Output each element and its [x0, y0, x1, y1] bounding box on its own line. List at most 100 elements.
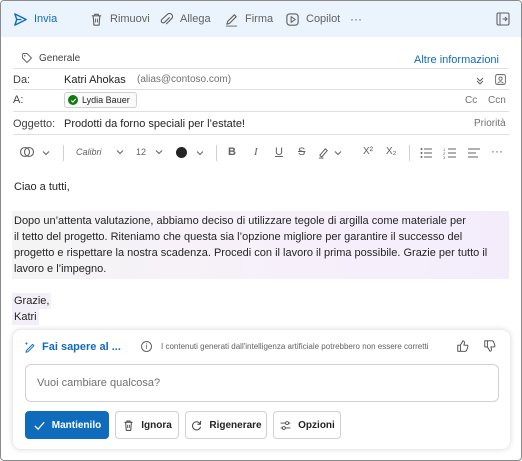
copilot-title-text: Fai sapere al ...: [42, 341, 121, 353]
more-format-button[interactable]: ···: [491, 144, 503, 158]
options-label: Opzioni: [298, 419, 335, 431]
subscript-button[interactable]: X₂: [386, 146, 397, 157]
styles-icon: [19, 146, 35, 158]
subject-input[interactable]: Prodotti da forno speciali per l’estate!: [64, 118, 245, 130]
font-family-select[interactable]: Calibri: [76, 147, 124, 157]
copilot-label: Copilot: [306, 13, 341, 25]
pen-icon: [225, 13, 238, 27]
recipient-name: Lydia Bauer: [82, 95, 130, 105]
chevron-down-icon: [196, 150, 204, 155]
bold-button[interactable]: B: [228, 146, 236, 158]
from-name[interactable]: Katri Ahokas: [64, 74, 126, 86]
trash-icon: [124, 420, 133, 431]
styles-button[interactable]: [19, 145, 50, 160]
chevron-down-icon: [334, 150, 342, 155]
copilot-title: Fai sapere al ...: [23, 340, 121, 354]
divider: [13, 111, 509, 112]
tag-icon: [22, 53, 32, 63]
attach-button[interactable]: Allega: [159, 5, 211, 33]
signature-button[interactable]: Firma: [224, 5, 273, 33]
numbered-list-icon[interactable]: 123: [443, 146, 457, 160]
paragraph-line: progetto e rispettare la nostra scadenza…: [14, 247, 488, 259]
more-options-button[interactable]: ···: [350, 5, 362, 33]
copilot-icon: [286, 12, 299, 26]
sensitivity-text: Generale: [39, 52, 81, 64]
separator: [409, 145, 410, 161]
chevron-down-icon: [42, 150, 50, 155]
separator: [63, 145, 64, 161]
to-label: A:: [13, 94, 24, 106]
closing: Grazie,: [12, 293, 52, 309]
font-size-select[interactable]: 12: [136, 147, 163, 157]
subject-label: Oggetto:: [13, 118, 56, 130]
generated-paragraph: Dopo un’attenta valutazione, abbiamo dec…: [12, 211, 509, 279]
from-label: Da:: [13, 74, 31, 86]
ignore-button[interactable]: Ignora: [115, 411, 179, 439]
keep-label: Mantienilo: [51, 419, 102, 431]
priority-button[interactable]: Priorità: [474, 118, 506, 129]
greeting: Ciao a tutti,: [14, 181, 70, 193]
italic-button[interactable]: I: [254, 146, 258, 158]
chevron-down-icon[interactable]: [475, 75, 485, 85]
divider: [13, 89, 509, 90]
bullet-list-icon[interactable]: [419, 146, 433, 160]
font-family-value: Calibri: [76, 147, 102, 157]
separator: [216, 145, 217, 161]
align-icon[interactable]: [467, 146, 481, 160]
thumbs-down-icon[interactable]: [483, 339, 497, 353]
cc-button[interactable]: Cc: [465, 95, 477, 106]
recipient-chip[interactable]: Lydia Bauer: [64, 92, 137, 108]
highlight-button[interactable]: [317, 146, 342, 159]
font-color-button[interactable]: [176, 147, 204, 158]
prompt-field[interactable]: [25, 364, 499, 402]
superscript-button[interactable]: X²: [363, 146, 373, 157]
highlighter-icon: [318, 148, 328, 159]
contact-icon[interactable]: [494, 73, 507, 86]
options-button[interactable]: Opzioni: [273, 411, 341, 439]
chevron-down-icon: [155, 150, 163, 155]
ignore-label: Ignora: [141, 419, 172, 431]
send-button[interactable]: Invia: [13, 5, 57, 33]
underline-button[interactable]: U: [275, 146, 283, 158]
signature-label: Firma: [245, 13, 274, 25]
color-swatch: [176, 147, 187, 158]
discard-label: Rimuovi: [110, 13, 150, 25]
format-toolbar: Calibri 12 B I U S X² X₂ 123 ···: [13, 141, 507, 165]
keep-button[interactable]: Mantienilo: [25, 411, 109, 439]
more-info-link[interactable]: Altre informazioni: [414, 54, 499, 66]
sensitivity-label[interactable]: Generale: [21, 52, 80, 64]
refresh-icon: [192, 420, 202, 430]
info-icon: i: [141, 341, 152, 352]
sparkle-pen-icon: [24, 341, 35, 353]
copilot-panel: Fai sapere al ... i I contenuti generati…: [13, 330, 510, 449]
from-alias: (alias@contoso.com): [137, 74, 232, 85]
sliders-icon: [280, 420, 291, 430]
more-label: ···: [350, 12, 362, 26]
copilot-button[interactable]: Copilot: [285, 5, 340, 33]
pop-out-icon[interactable]: [495, 11, 511, 27]
discard-button[interactable]: Rimuovi: [89, 5, 150, 33]
divider: [13, 68, 509, 69]
message-body[interactable]: Ciao a tutti, Dopo un’attenta valutazion…: [12, 179, 514, 325]
signature: Katri: [12, 309, 39, 325]
ai-disclaimer: i I contenuti generati dall'intelligenza…: [141, 341, 428, 352]
font-size-value: 12: [136, 147, 147, 157]
regenerate-button[interactable]: Rigenerare: [185, 411, 267, 439]
prompt-input[interactable]: [26, 365, 498, 401]
trash-icon: [91, 13, 102, 26]
thumbs-up-icon[interactable]: [456, 339, 470, 353]
strikethrough-button[interactable]: S: [298, 146, 305, 158]
paperclip-icon: [160, 12, 174, 24]
regenerate-label: Rigenerare: [209, 419, 262, 431]
checkmark-icon: [34, 421, 45, 430]
compose-toolbar: Invia Rimuovi Allega Firma Copilot ···: [1, 1, 521, 37]
compose-window: Invia Rimuovi Allega Firma Copilot ··· G…: [0, 0, 522, 461]
checkmark-icon: [68, 95, 78, 105]
paragraph-line: lavoro e l’impegno.: [14, 263, 107, 275]
send-label: Invia: [34, 13, 58, 25]
svg-text:3: 3: [443, 155, 446, 160]
paragraph-line: il tetto del progetto. Riteniamo che que…: [14, 231, 463, 243]
chevron-down-icon: [116, 150, 123, 155]
bcc-button[interactable]: Ccn: [488, 95, 506, 106]
send-icon: [14, 12, 27, 26]
